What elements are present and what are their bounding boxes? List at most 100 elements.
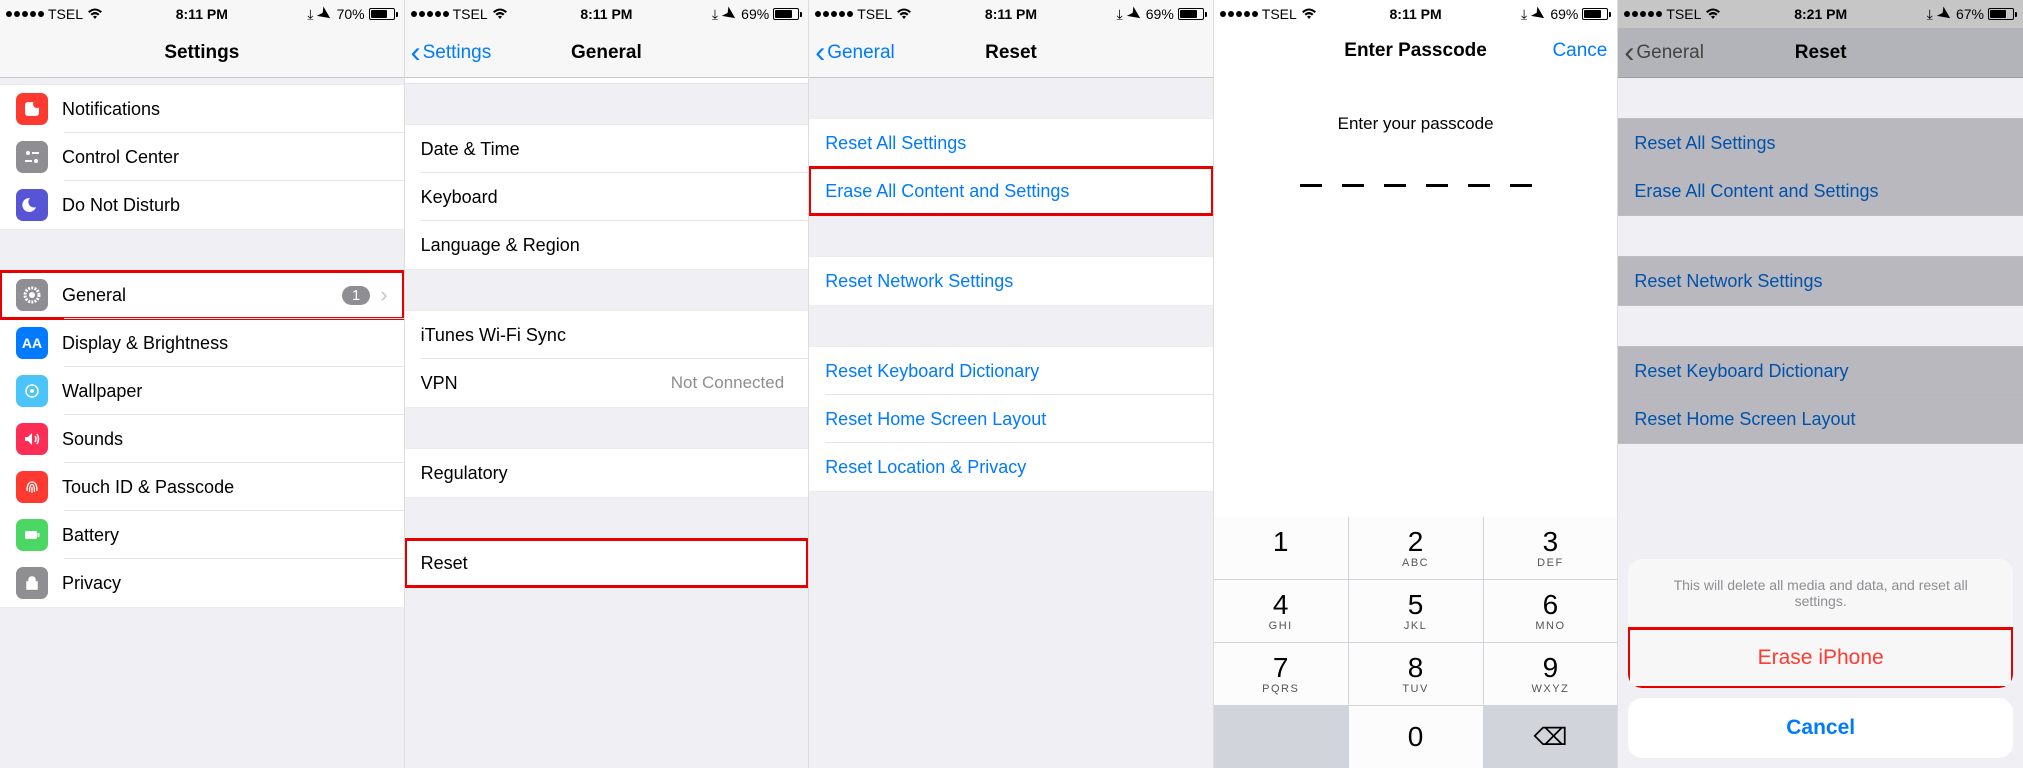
row-reset-network[interactable]: Reset Network Settings [809,257,1213,305]
nav-bar: Settings [0,28,404,78]
delete-icon: ⌫ [1533,723,1567,752]
chevron-right-icon: › [380,282,387,308]
key-4[interactable]: 4GHI [1214,580,1348,642]
page-title: Reset [1795,42,1847,64]
row-label: VPN [421,373,671,394]
location-icon: ➤ [1527,1,1551,27]
key-6[interactable]: 6MNO [1484,580,1618,642]
battery-percent: 70% [337,6,365,22]
status-bar: TSEL 8:11 PM ⤓ ➤ 69% [405,0,809,28]
status-time: 8:11 PM [580,6,632,22]
status-bar: TSEL 8:11 PM ⤓ ➤ 69% [809,0,1213,28]
status-time: 8:11 PM [176,6,228,22]
row-display[interactable]: AA Display & Brightness [0,319,404,367]
row-notifications[interactable]: Notifications [0,85,404,133]
location-icon: ➤ [1122,1,1146,27]
row-itunes-sync[interactable]: iTunes Wi-Fi Sync [405,311,809,359]
rotation-lock-icon: ⤓ [1927,6,1933,23]
key-blank [1214,706,1348,768]
cancel-button[interactable]: Cancel [1628,698,2013,758]
battery-icon [1988,8,2017,20]
back-button[interactable]: ‹General [815,38,895,68]
row-label: Wallpaper [62,381,388,402]
battery-row-icon [16,519,48,551]
status-time: 8:11 PM [985,6,1037,22]
row-label: Reset Location & Privacy [825,457,1197,478]
back-label: Settings [423,42,492,64]
rotation-lock-icon: ⤓ [1116,6,1122,23]
location-icon: ➤ [1932,1,1956,27]
back-label: General [1636,42,1704,64]
row-language[interactable]: Language & Region [405,221,809,269]
row-privacy[interactable]: Privacy [0,559,404,607]
row-label: Reset [421,553,793,574]
passcode-dashes [1214,184,1618,187]
row-wallpaper[interactable]: Wallpaper [0,367,404,415]
key-7[interactable]: 7PQRS [1214,643,1348,705]
row-battery[interactable]: Battery [0,511,404,559]
row-reset-home[interactable]: Reset Home Screen Layout [809,395,1213,443]
erase-iphone-button[interactable]: Erase iPhone [1628,628,2013,688]
row-reset-all-settings[interactable]: Reset All Settings [809,119,1213,167]
row-erase-all[interactable]: Erase All Content and Settings [809,167,1213,215]
battery-icon [369,8,398,20]
key-0[interactable]: 0 [1349,706,1483,768]
row-keyboard[interactable]: Keyboard [405,173,809,221]
screen-reset: TSEL 8:11 PM ⤓ ➤ 69% ‹General Reset Rese… [809,0,1214,768]
row-label: Battery [62,525,388,546]
row-reset-keyboard[interactable]: Reset Keyboard Dictionary [809,347,1213,395]
key-delete[interactable]: ⌫ [1484,706,1618,768]
row-touchid[interactable]: Touch ID & Passcode [0,463,404,511]
page-title: General [571,42,642,64]
sounds-icon [16,423,48,455]
notifications-icon [16,93,48,125]
key-2[interactable]: 2ABC [1349,517,1483,579]
row-reset-location[interactable]: Reset Location & Privacy [809,443,1213,491]
wifi-icon [87,8,103,20]
key-3[interactable]: 3DEF [1484,517,1618,579]
row-label: General [62,285,342,306]
row-datetime[interactable]: Date & Time [405,125,809,173]
row-reset[interactable]: Reset [405,539,809,587]
row-label: Reset Network Settings [825,271,1197,292]
row-label: Sounds [62,429,388,450]
row-label: Keyboard [421,187,793,208]
row-control-center[interactable]: Control Center [0,133,404,181]
screen-erase-confirm: TSEL 8:21 PM ⤓ ➤ 67% ‹General Reset Rese… [1618,0,2023,768]
row-dnd[interactable]: Do Not Disturb [0,181,404,229]
carrier-label: TSEL [453,6,488,22]
back-button[interactable]: ‹Settings [411,38,492,68]
row-label: Language & Region [421,235,793,256]
key-9[interactable]: 9WXYZ [1484,643,1618,705]
row-label: Do Not Disturb [62,195,388,216]
touchid-icon [16,471,48,503]
screen-passcode: TSEL 8:11 PM ⤓ ➤ 69% Enter Passcode Canc… [1214,0,1619,768]
control-center-icon [16,141,48,173]
key-1[interactable]: 1 [1214,517,1348,579]
key-5[interactable]: 5JKL [1349,580,1483,642]
row-label: Reset All Settings [1634,133,2007,154]
signal-strength-icon [815,11,853,17]
privacy-icon [16,567,48,599]
row-label: Control Center [62,147,388,168]
row-sounds[interactable]: Sounds [0,415,404,463]
carrier-label: TSEL [1666,6,1701,22]
carrier-label: TSEL [857,6,892,22]
wallpaper-icon [16,375,48,407]
battery-percent: 69% [1550,6,1578,22]
row-general[interactable]: General 1 › [0,271,404,319]
row-label: Regulatory [421,463,793,484]
row-reset-all-settings: Reset All Settings [1618,119,2023,167]
cancel-button[interactable]: Cance [1552,40,1607,62]
row-regulatory[interactable]: Regulatory [405,449,809,497]
row-label: Erase All Content and Settings [1634,181,2007,202]
row-erase-all: Erase All Content and Settings [1618,167,2023,215]
key-8[interactable]: 8TUV [1349,643,1483,705]
page-title: Reset [985,42,1037,64]
general-icon [16,279,48,311]
row-detail: Not Connected [671,373,784,393]
nav-bar: ‹General Reset [809,28,1213,78]
row-vpn[interactable]: VPN Not Connected [405,359,809,407]
chevron-left-icon: ‹ [1624,38,1634,68]
screen-settings: TSEL 8:11 PM ⤓ ➤ 70% Settings Notificati… [0,0,405,768]
